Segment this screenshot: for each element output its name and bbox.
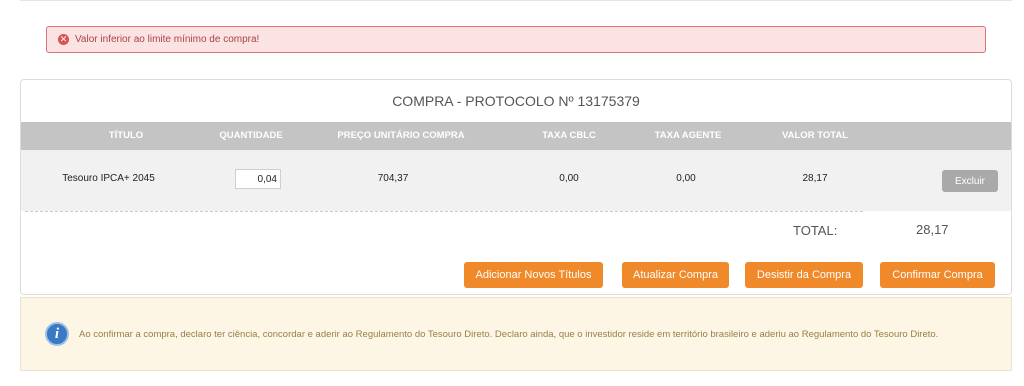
- quantity-input[interactable]: [235, 169, 281, 189]
- cell-taxa-agente: 0,00: [676, 173, 696, 184]
- total-label: TOTAL:: [793, 223, 838, 238]
- purchase-panel: COMPRA - PROTOCOLO Nº 13175379 TÍTULO QU…: [20, 79, 1012, 295]
- header-titulo: TÍTULO: [108, 130, 144, 141]
- cancel-purchase-button[interactable]: Desistir da Compra: [745, 262, 863, 288]
- info-icon: i: [45, 322, 69, 346]
- header-quantidade: QUANTIDADE: [219, 130, 283, 141]
- add-titles-button[interactable]: Adicionar Novos Títulos: [464, 262, 603, 288]
- cell-titulo: Tesouro IPCA+ 2045: [62, 173, 155, 184]
- error-alert: ✕ Valor inferior ao limite mínimo de com…: [46, 26, 986, 53]
- table-header: TÍTULO QUANTIDADE PREÇO UNITÁRIO COMPRA …: [21, 122, 1011, 150]
- cell-preco: 704,37: [377, 173, 409, 184]
- cell-valor-total: 28,17: [802, 173, 828, 184]
- info-text: Ao confirmar a compra, declaro ter ciênc…: [79, 328, 939, 340]
- delete-button[interactable]: Excluir: [942, 170, 998, 192]
- total-value: 28,17: [916, 222, 949, 237]
- info-notice: i Ao confirmar a compra, declaro ter ciê…: [20, 297, 1012, 371]
- alert-message: Valor inferior ao limite mínimo de compr…: [75, 34, 260, 45]
- top-divider: [20, 0, 1012, 1]
- table-row: Tesouro IPCA+ 2045 704,37 0,00 0,00 28,1…: [21, 150, 1011, 211]
- panel-title: COMPRA - PROTOCOLO Nº 13175379: [392, 93, 640, 109]
- confirm-purchase-button[interactable]: Confirmar Compra: [880, 262, 995, 288]
- row-divider: [25, 211, 863, 212]
- header-preco: PREÇO UNITÁRIO COMPRA: [337, 130, 465, 141]
- header-valor-total: VALOR TOTAL: [782, 130, 848, 141]
- update-purchase-button[interactable]: Atualizar Compra: [622, 262, 729, 288]
- error-icon: ✕: [58, 34, 69, 45]
- cell-taxa-cblc: 0,00: [559, 173, 579, 184]
- header-taxa-agente: TAXA AGENTE: [654, 130, 722, 141]
- header-taxa-cblc: TAXA CBLC: [542, 130, 596, 141]
